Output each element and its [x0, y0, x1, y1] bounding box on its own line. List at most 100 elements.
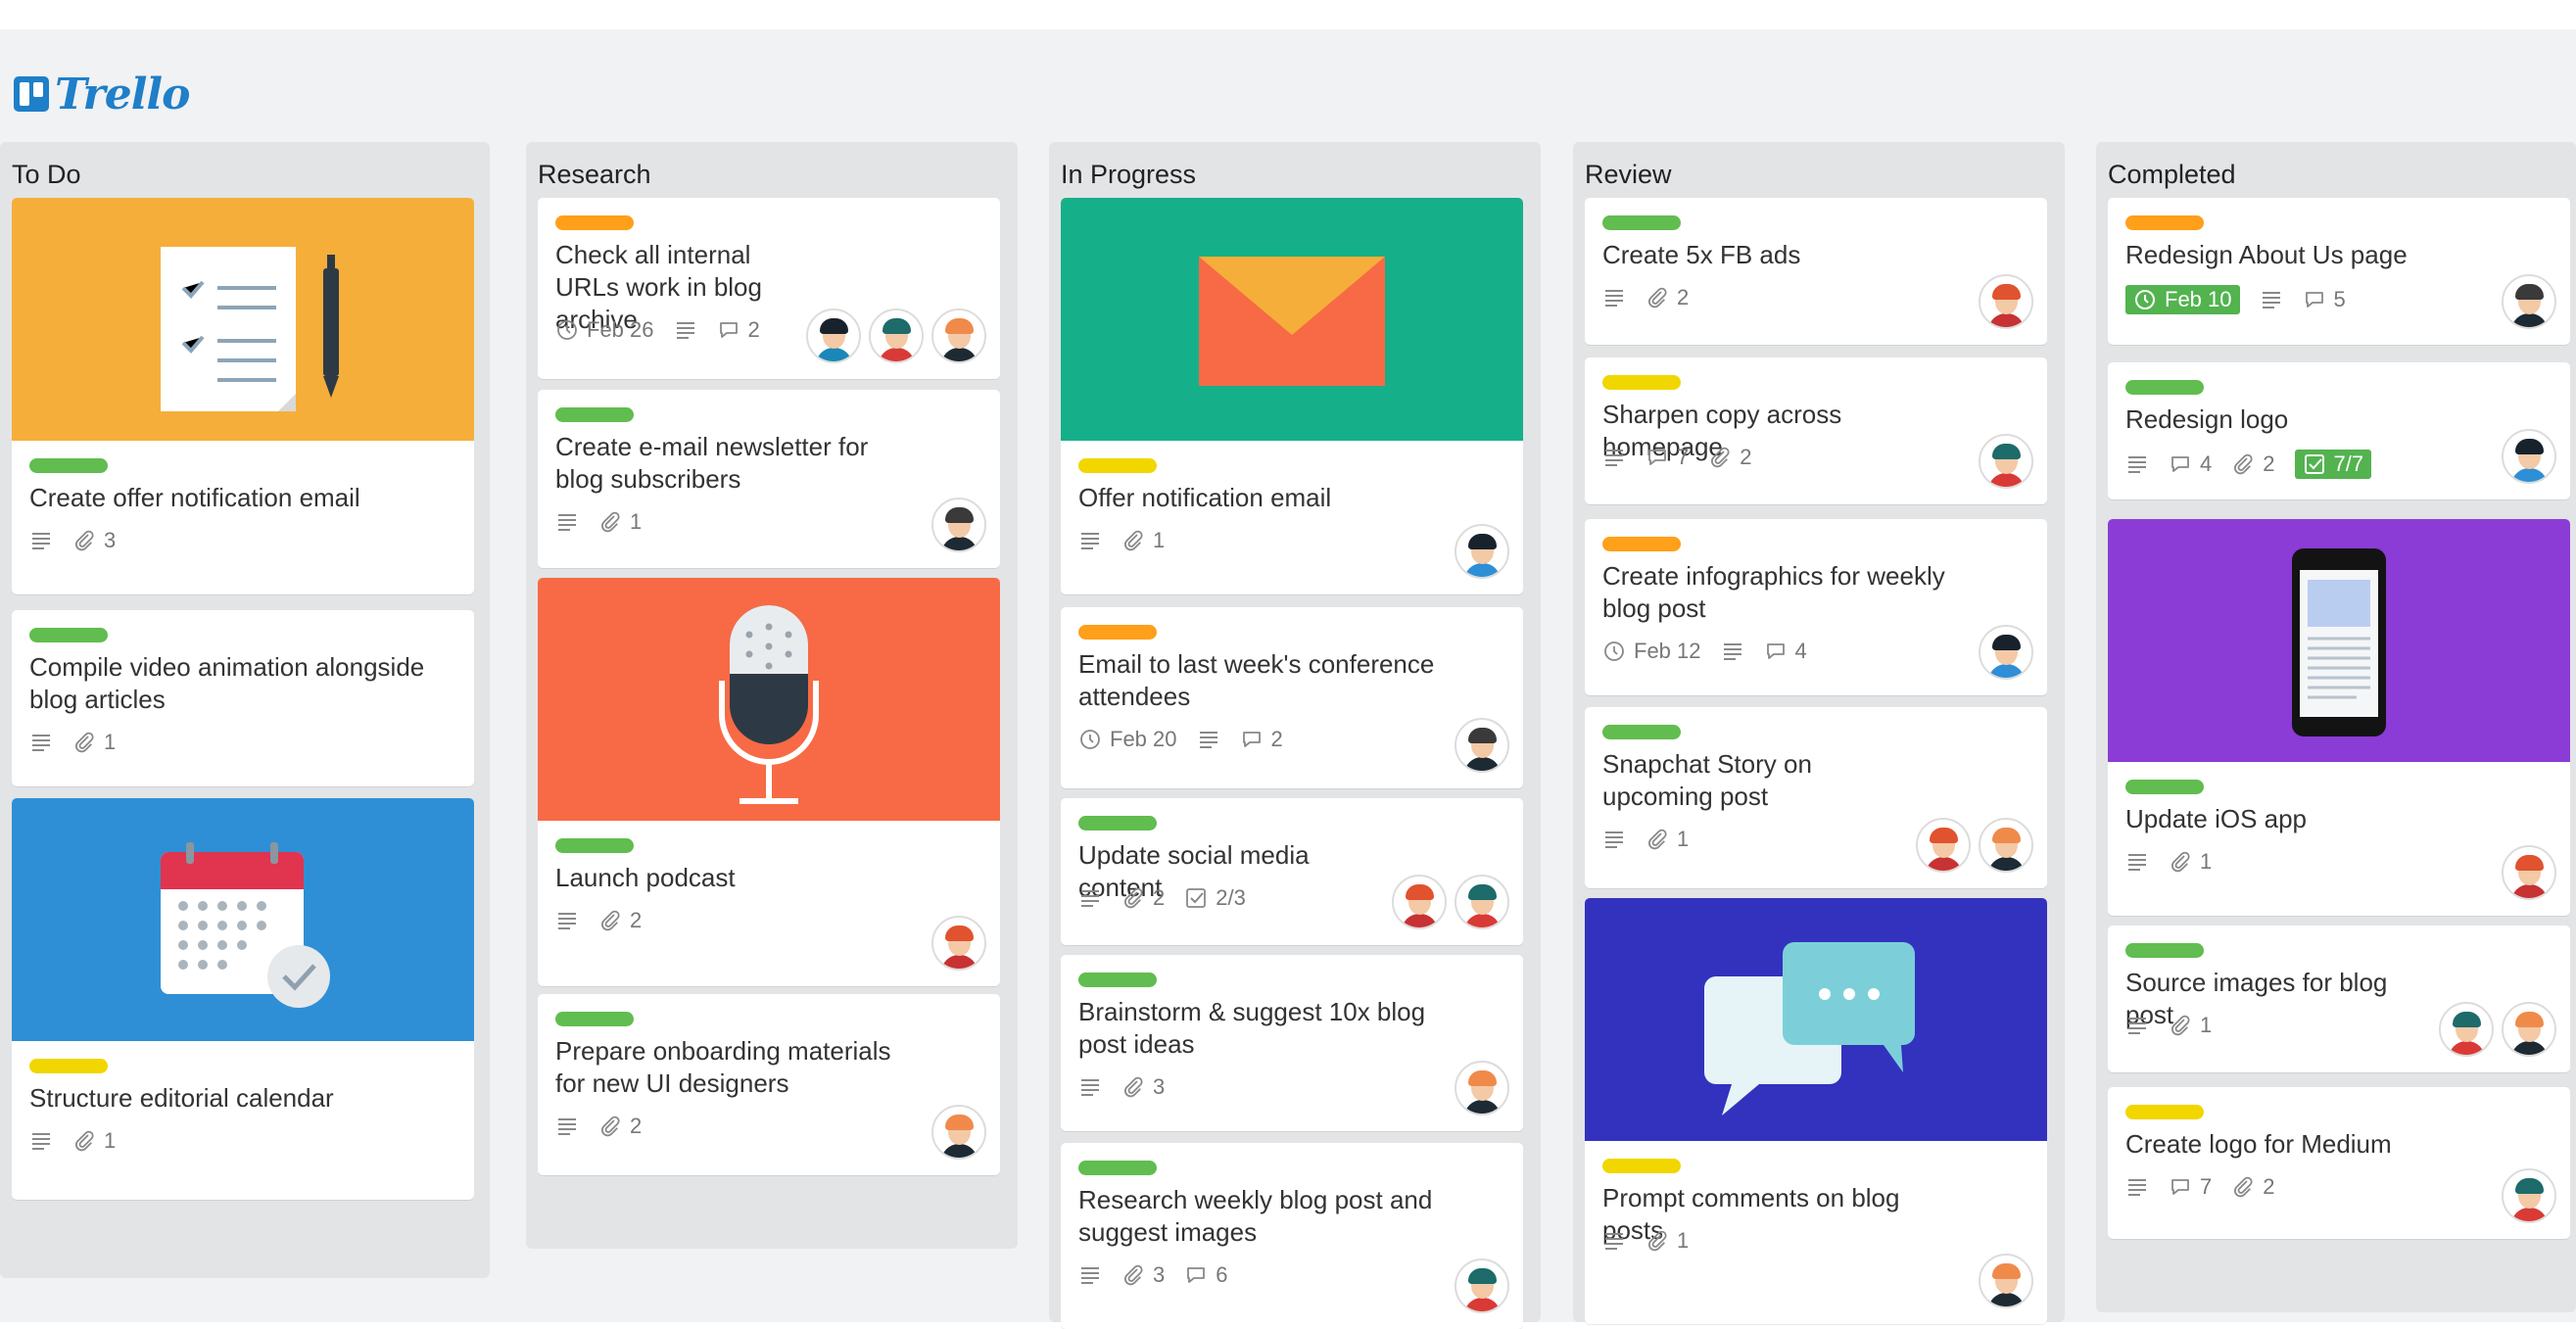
avatar[interactable]: [2502, 845, 2556, 900]
card-label[interactable]: [2125, 780, 2204, 794]
card[interactable]: Redesign About Us page Feb 10 5: [2108, 198, 2570, 345]
card[interactable]: Check all internal URLs work in blog arc…: [538, 198, 1000, 379]
avatar[interactable]: [1455, 524, 1509, 579]
card-badges: 2: [555, 1114, 642, 1139]
card[interactable]: Create infographics for weekly blog post…: [1585, 519, 2047, 695]
comment-icon: [1764, 640, 1788, 663]
comment-badge-count: 4: [1794, 639, 1807, 663]
avatar[interactable]: [1979, 818, 2033, 873]
card[interactable]: Email to last week's conference attendee…: [1061, 607, 1523, 788]
card-label[interactable]: [555, 838, 634, 853]
card[interactable]: Prepare onboarding materials for new UI …: [538, 994, 1000, 1175]
attachment-icon: [1121, 1263, 1145, 1287]
card[interactable]: Redesign logo 4 2 7/7: [2108, 362, 2570, 499]
comment-icon: [1184, 1263, 1208, 1287]
list-in-progress[interactable]: In Progress Offer notification email 1 Emai…: [1049, 142, 1541, 1329]
description-icon: [1721, 640, 1744, 663]
avatar[interactable]: [1455, 1061, 1509, 1115]
checklist-badge-count: 7/7: [2333, 451, 2364, 476]
comment-icon: [2169, 1175, 2192, 1199]
avatar[interactable]: [2502, 1002, 2556, 1057]
card[interactable]: Research weekly blog post and suggest im…: [1061, 1143, 1523, 1329]
attachment-badge-count: 2: [1740, 445, 1752, 469]
list-completed[interactable]: Completed Redesign About Us page Feb 10 5 Re…: [2096, 142, 2576, 1312]
avatar[interactable]: [931, 1105, 986, 1160]
avatar[interactable]: [2502, 429, 2556, 484]
card[interactable]: Compile video animation alongside blog a…: [12, 610, 474, 786]
card[interactable]: Create offer notification email 3: [12, 198, 474, 594]
list-title[interactable]: Completed: [2108, 160, 2236, 190]
phone-cover-image: [2108, 519, 2570, 762]
card[interactable]: Source images for blog post 1: [2108, 926, 2570, 1072]
card[interactable]: Create 5x FB ads 2: [1585, 198, 2047, 345]
avatar[interactable]: [931, 916, 986, 971]
card-label[interactable]: [555, 407, 634, 422]
card-label[interactable]: [29, 1059, 108, 1073]
card[interactable]: Structure editorial calendar 1: [12, 798, 474, 1200]
attachment-badge-count: 2: [630, 908, 643, 932]
avatar[interactable]: [931, 309, 986, 363]
card[interactable]: Create e-mail newsletter for blog subscr…: [538, 390, 1000, 568]
card-label[interactable]: [1602, 537, 1681, 551]
card-label[interactable]: [1078, 1161, 1157, 1175]
card[interactable]: Snapchat Story on upcoming post 1: [1585, 707, 2047, 888]
checklist-icon: [2303, 452, 2326, 476]
card-label[interactable]: [2125, 1105, 2204, 1119]
avatar[interactable]: [931, 498, 986, 552]
card[interactable]: Prompt comments on blog posts 1: [1585, 898, 2047, 1324]
card-label[interactable]: [2125, 943, 2204, 958]
avatar[interactable]: [2502, 274, 2556, 329]
list-review[interactable]: Review Create 5x FB ads 2 Sharpen copy acro…: [1573, 142, 2065, 1324]
list-title[interactable]: To Do: [12, 160, 81, 190]
avatar[interactable]: [1455, 718, 1509, 773]
attachment-icon: [1646, 1229, 1669, 1253]
card-label[interactable]: [1078, 973, 1157, 987]
avatar[interactable]: [869, 309, 924, 363]
avatar[interactable]: [1979, 625, 2033, 680]
card-label[interactable]: [1078, 458, 1157, 473]
list-title[interactable]: Review: [1585, 160, 1672, 190]
avatar[interactable]: [1916, 818, 1971, 873]
avatar[interactable]: [1979, 434, 2033, 489]
card-label[interactable]: [555, 1012, 634, 1026]
card-label[interactable]: [29, 458, 108, 473]
card-label[interactable]: [1078, 625, 1157, 640]
attachment-icon: [72, 1129, 96, 1153]
comment-badge-count: 7: [2200, 1174, 2213, 1199]
avatar[interactable]: [1455, 875, 1509, 929]
avatar[interactable]: [1979, 274, 2033, 329]
card-label[interactable]: [1078, 816, 1157, 831]
card-label[interactable]: [1602, 375, 1681, 390]
card-label[interactable]: [555, 215, 634, 230]
card-badges: 3: [29, 528, 116, 553]
avatar[interactable]: [1979, 1254, 2033, 1308]
attachment-icon: [2169, 850, 2192, 874]
list-title[interactable]: Research: [538, 160, 651, 190]
card-label[interactable]: [2125, 380, 2204, 395]
avatar[interactable]: [806, 309, 861, 363]
card[interactable]: Create logo for Medium 7 2: [2108, 1087, 2570, 1239]
card-label[interactable]: [29, 628, 108, 642]
list-title[interactable]: In Progress: [1061, 160, 1196, 190]
comment-badge-count: 2: [1270, 727, 1283, 751]
avatar[interactable]: [2502, 1168, 2556, 1223]
card[interactable]: Update iOS app 1: [2108, 519, 2570, 916]
avatar[interactable]: [1455, 1258, 1509, 1313]
trello-logo[interactable]: Trello: [14, 69, 190, 119]
card[interactable]: Sharpen copy across homepage 7 2: [1585, 357, 2047, 504]
card-label[interactable]: [1602, 725, 1681, 739]
list-research[interactable]: Research Check all internal URLs work in …: [526, 142, 1018, 1249]
avatar[interactable]: [2439, 1002, 2494, 1057]
card-title: Redesign About Us page: [2125, 240, 2408, 269]
list-to-do[interactable]: To Do Create offer notification email 3 Com…: [0, 142, 490, 1278]
card-label[interactable]: [1602, 1159, 1681, 1173]
trello-logo-icon: [14, 76, 49, 112]
card-label[interactable]: [2125, 215, 2204, 230]
avatar[interactable]: [1392, 875, 1447, 929]
card[interactable]: Offer notification email 1: [1061, 198, 1523, 594]
card-label[interactable]: [1602, 215, 1681, 230]
card[interactable]: Update social media content 2 2/3: [1061, 798, 1523, 945]
card[interactable]: Launch podcast 2: [538, 578, 1000, 986]
card[interactable]: Brainstorm & suggest 10x blog post ideas…: [1061, 955, 1523, 1131]
trello-wordmark: Trello: [55, 69, 190, 119]
